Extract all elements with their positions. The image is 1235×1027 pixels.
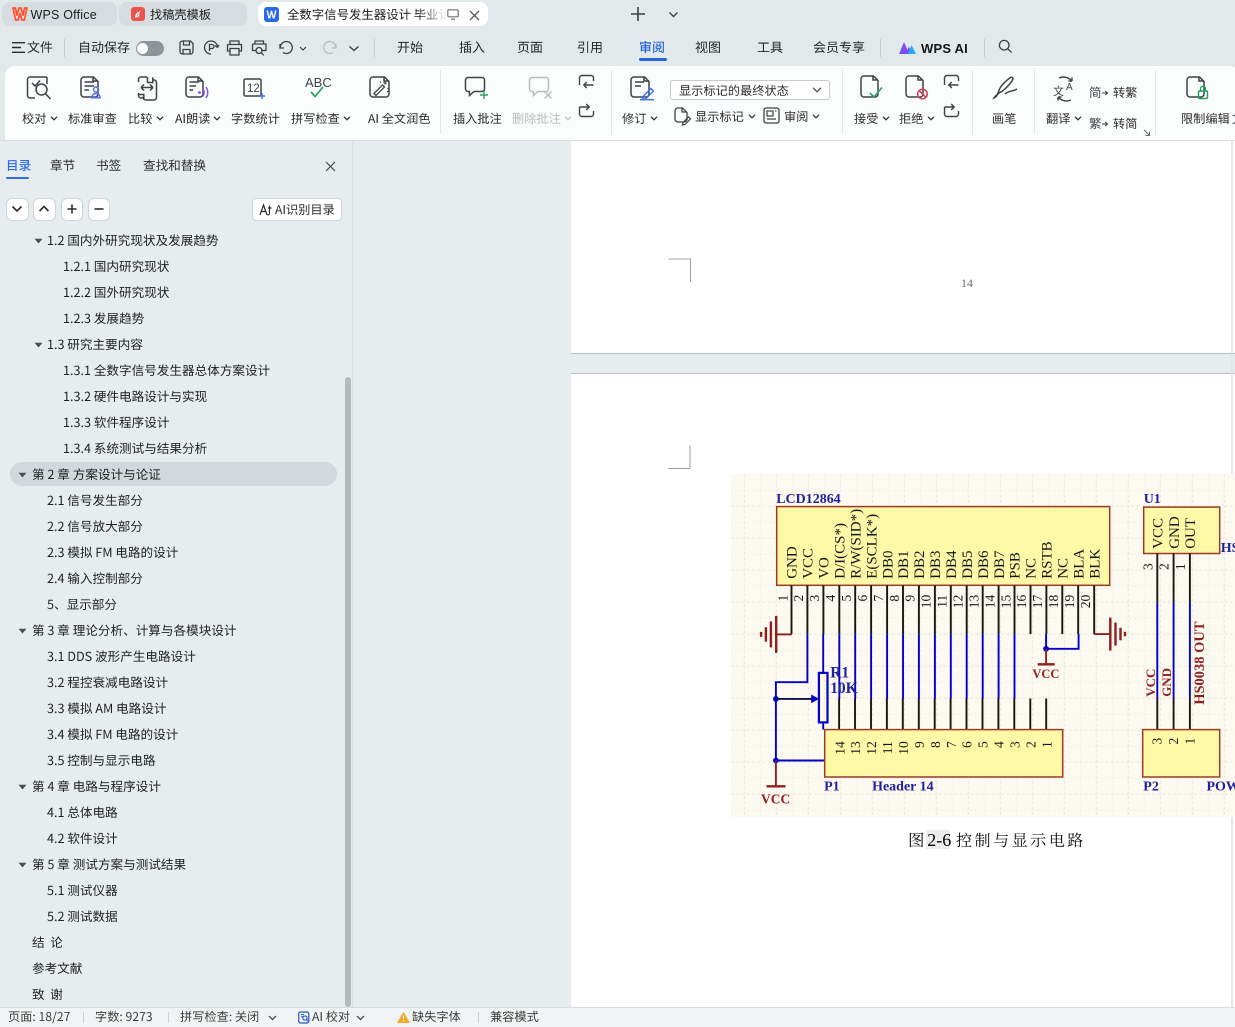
svg-text:DB4: DB4 (944, 550, 960, 579)
svg-text:18: 18 (1046, 594, 1061, 608)
svg-text:14: 14 (983, 594, 998, 608)
svg-text:1: 1 (1183, 737, 1198, 744)
svg-text:VCC: VCC (1151, 518, 1167, 549)
svg-text:10: 10 (919, 594, 934, 608)
svg-text:POWER: POWER (1207, 779, 1235, 794)
svg-text:16: 16 (1014, 594, 1029, 608)
svg-text:NC: NC (1024, 558, 1040, 579)
svg-text:NC: NC (1056, 558, 1072, 579)
svg-text:4: 4 (823, 594, 838, 601)
svg-text:R/W(SID*): R/W(SID*) (849, 509, 865, 579)
svg-text:P1: P1 (824, 779, 840, 794)
svg-text:6: 6 (855, 594, 870, 601)
svg-text:7: 7 (944, 741, 959, 748)
svg-text:PSB: PSB (1008, 552, 1024, 579)
svg-text:ABC: ABC (305, 75, 332, 90)
svg-text:P2: P2 (1144, 779, 1160, 794)
svg-text:3: 3 (1150, 737, 1165, 744)
svg-text:4: 4 (992, 741, 1007, 748)
svg-text:DB1: DB1 (896, 550, 912, 578)
svg-text:Header 14: Header 14 (872, 779, 934, 794)
svg-text:A: A (1066, 82, 1073, 93)
svg-text:VCC: VCC (1033, 666, 1060, 680)
svg-text:GND: GND (785, 546, 801, 579)
svg-text:10K: 10K (830, 679, 858, 696)
svg-text:3: 3 (807, 594, 822, 601)
svg-text:11: 11 (935, 594, 950, 607)
svg-text:6: 6 (960, 741, 975, 748)
svg-text:1: 1 (776, 594, 791, 601)
svg-text:20: 20 (1078, 594, 1093, 608)
svg-text:7: 7 (871, 594, 886, 601)
svg-text:HS0038: HS0038 (1221, 540, 1235, 555)
svg-text:11: 11 (880, 741, 895, 754)
svg-text:文: 文 (1053, 84, 1064, 98)
svg-text:RSTB: RSTB (1040, 541, 1056, 578)
svg-text:8: 8 (887, 594, 902, 601)
svg-text:19: 19 (1062, 594, 1077, 608)
svg-text:9: 9 (912, 741, 927, 748)
svg-text:GND: GND (1167, 516, 1183, 549)
svg-text:U1: U1 (1144, 492, 1161, 507)
svg-text:8: 8 (928, 741, 943, 748)
svg-text:HS0038 OUT: HS0038 OUT (1192, 621, 1208, 705)
svg-text:VCC: VCC (801, 548, 817, 579)
svg-text:10: 10 (896, 741, 911, 755)
svg-text:14: 14 (833, 741, 848, 755)
svg-text:2: 2 (1166, 737, 1181, 744)
svg-text:3: 3 (1141, 563, 1156, 570)
svg-text:3: 3 (1008, 741, 1023, 748)
svg-text:9: 9 (903, 594, 918, 601)
svg-text:15: 15 (999, 594, 1014, 608)
svg-text:5: 5 (839, 594, 854, 601)
svg-text:VCC: VCC (761, 791, 790, 806)
svg-text:2: 2 (1157, 563, 1172, 570)
svg-text:2: 2 (791, 594, 806, 601)
svg-text:BLK: BLK (1088, 548, 1104, 578)
svg-text:DB7: DB7 (992, 550, 1008, 579)
svg-text:GND: GND (1159, 668, 1174, 697)
svg-text:VCC: VCC (1143, 668, 1158, 696)
svg-text:12: 12 (247, 83, 260, 95)
svg-text:1: 1 (1040, 741, 1055, 748)
svg-text:5: 5 (976, 741, 991, 748)
svg-text:1: 1 (1173, 563, 1188, 570)
svg-text:E(SCLK*): E(SCLK*) (865, 514, 881, 579)
svg-text:DB2: DB2 (912, 550, 928, 578)
svg-text:DB3: DB3 (928, 550, 944, 578)
svg-text:13: 13 (848, 741, 863, 755)
svg-text:OUT: OUT (1183, 518, 1199, 549)
svg-text:17: 17 (1030, 594, 1045, 608)
svg-text:BLA: BLA (1072, 548, 1088, 578)
svg-text:R1: R1 (830, 664, 849, 681)
svg-text:12: 12 (951, 594, 966, 607)
svg-text:VO: VO (817, 557, 833, 579)
svg-text:D/I(CS*): D/I(CS*) (833, 523, 849, 579)
svg-text:LCD12864: LCD12864 (776, 491, 841, 506)
svg-text:12: 12 (864, 741, 879, 754)
svg-text:DB0: DB0 (881, 550, 897, 578)
svg-text:2: 2 (1024, 741, 1039, 748)
svg-text:13: 13 (967, 594, 982, 608)
svg-text:DB5: DB5 (960, 550, 976, 578)
svg-text:DB6: DB6 (976, 550, 992, 579)
